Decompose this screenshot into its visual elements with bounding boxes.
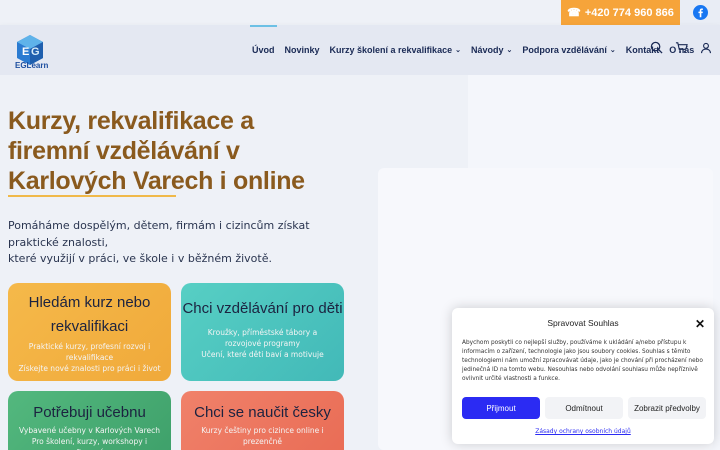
main-header: E G EGLearn Úvod Novinky Kurzy školení a…: [0, 25, 720, 75]
card-kids[interactable]: Chci vzdělávání pro děti Kroužky, příměs…: [181, 283, 344, 381]
privacy-policy-link[interactable]: Zásady ochrany osobních údajů: [452, 428, 714, 435]
search-icon[interactable]: [650, 41, 663, 54]
nav-label: Návody: [470, 45, 504, 55]
card-text: Vybavené učebny v Karlových Varech: [18, 426, 160, 435]
logo-text: EGLearn: [15, 61, 49, 70]
facebook-link[interactable]: [680, 0, 720, 25]
nav-item-navody[interactable]: Návody ⌄: [471, 25, 512, 75]
nav-item-podpora[interactable]: Podpora vzdělávání ⌄: [522, 25, 615, 75]
card-text: Získejte nové znalosti pro práci i život: [18, 364, 161, 373]
cookie-text: Abychom poskytli co nejlepší služby, pou…: [462, 340, 703, 382]
nav-item-kurzy[interactable]: Kurzy školení a rekvalifikace ⌄: [330, 25, 461, 75]
phone-button[interactable]: ☎ +420 774 960 866: [561, 0, 680, 25]
card-text: Praktické kurzy, profesní rozvoj i rekva…: [28, 342, 151, 362]
cookie-consent-dialog: Spravovat Souhlas ✕ Abychom poskytli co …: [452, 308, 714, 444]
nav-item-novinky[interactable]: Novinky: [285, 25, 320, 75]
preferences-button[interactable]: Zobrazit předvolby: [628, 397, 706, 419]
card-course[interactable]: Hledám kurz nebo rekvalifikaci Praktické…: [8, 283, 171, 381]
cart-icon[interactable]: [675, 41, 688, 54]
nav-label: Úvod: [252, 45, 275, 55]
user-icon[interactable]: [700, 42, 712, 54]
card-title: Hledám kurz nebo rekvalifikaci: [28, 294, 151, 335]
card-text: Učení, které děti baví a motivuje: [201, 350, 324, 359]
hero-subtitle: Pomáháme dospělým, dětem, firmám i cizin…: [8, 218, 328, 268]
subtitle-line-2: které využijí v práci, ve škole i v běžn…: [8, 252, 272, 265]
accept-button[interactable]: Přijmout: [462, 397, 540, 419]
chevron-down-icon: ⌄: [506, 47, 513, 54]
header-icons: [650, 41, 712, 54]
phone-icon: ☎: [567, 7, 581, 19]
facebook-icon: [692, 5, 708, 20]
card-text: Pro školení, kurzy, workshopy i firemní: [31, 437, 148, 450]
nav-label: Novinky: [284, 45, 320, 55]
card-title: Potřebuji učebnu: [33, 404, 146, 421]
card-classroom[interactable]: Potřebuji učebnu Vybavené učebny v Karlo…: [8, 391, 171, 450]
title-underline: [8, 195, 176, 197]
card-text: Kroužky, příměstské tábory a rozvojové p…: [207, 328, 318, 348]
card-title: Chci vzdělávání pro děti: [182, 300, 343, 317]
chevron-down-icon: ⌄: [455, 47, 461, 54]
cookie-title: Spravovat Souhlas: [547, 318, 619, 328]
svg-text:E: E: [22, 46, 29, 58]
top-bar: ☎ +420 774 960 866: [0, 0, 720, 25]
nav-item-uvod[interactable]: Úvod: [250, 25, 276, 75]
card-title: Chci se naučit česky: [194, 404, 331, 421]
card-text: Kurzy češtiny pro cizince online i: [201, 426, 324, 435]
card-czech[interactable]: Chci se naučit česky Kurzy češtiny pro c…: [181, 391, 344, 450]
phone-number: +420 774 960 866: [584, 6, 674, 19]
nav-label: Podpora vzdělávání: [522, 45, 607, 55]
card-text: prezenčně: [242, 437, 283, 446]
chevron-down-icon: ⌄: [609, 47, 616, 54]
svg-text:G: G: [31, 46, 40, 58]
close-icon[interactable]: ✕: [695, 317, 705, 331]
nav-label: Kurzy školení a rekvalifikace: [329, 45, 453, 55]
page-title: Kurzy, rekvalifikace a firemní vzděláván…: [8, 107, 305, 195]
subtitle-line-1: Pomáháme dospělým, dětem, firmám i cizin…: [8, 219, 310, 249]
main-nav: Úvod Novinky Kurzy školení a rekvalifika…: [250, 25, 704, 75]
deny-button[interactable]: Odmítnout: [545, 397, 623, 419]
